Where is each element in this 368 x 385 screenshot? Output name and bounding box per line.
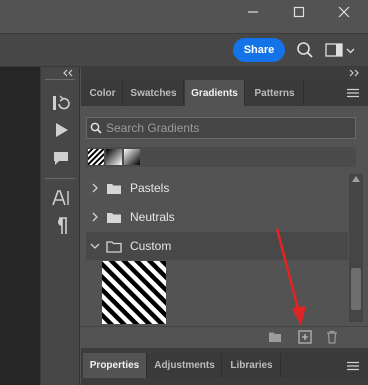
- folder-icon: [107, 212, 121, 223]
- character-tool[interactable]: [50, 187, 72, 209]
- close-button[interactable]: [327, 0, 361, 24]
- collapse-toolstrip-button[interactable]: [62, 69, 74, 77]
- triangle-up-icon: [352, 176, 360, 182]
- actions-tool[interactable]: [50, 119, 72, 141]
- paragraph-tool[interactable]: [50, 215, 72, 237]
- history-icon: [53, 95, 70, 110]
- collapse-panel-button[interactable]: [348, 69, 360, 77]
- tab-color[interactable]: Color: [83, 80, 123, 106]
- tab-swatches[interactable]: Swatches: [124, 80, 184, 106]
- scrollbar-thumb[interactable]: [351, 268, 361, 310]
- folder-row-pastels[interactable]: Pastels: [86, 174, 348, 202]
- folder-label: Pastels: [130, 181, 170, 195]
- search-icon: [297, 42, 313, 58]
- bottom-panel-menu-button[interactable]: [346, 361, 360, 371]
- workspace-button[interactable]: [325, 42, 357, 58]
- comments-tool[interactable]: [50, 147, 72, 169]
- workspace-icon: [325, 43, 355, 57]
- divider: [45, 79, 75, 80]
- double-chevron-right-icon: [349, 69, 359, 77]
- search-button[interactable]: [296, 41, 314, 59]
- tab-properties[interactable]: Properties: [83, 353, 147, 378]
- character-icon: [52, 190, 69, 206]
- hamburger-icon: [347, 88, 359, 98]
- hamburger-icon: [347, 361, 359, 371]
- maximize-icon: [293, 6, 305, 18]
- panel-footer: [81, 326, 368, 348]
- recent-gradients[interactable]: [88, 149, 142, 165]
- annotation-arrow: [275, 228, 306, 326]
- folder-open-icon: [106, 240, 122, 253]
- add-icon: [298, 330, 312, 344]
- recent-gradient-swatch: [88, 149, 104, 165]
- panel-menu-button[interactable]: [346, 88, 360, 98]
- minimize-button[interactable]: [236, 0, 270, 24]
- new-gradient-button[interactable]: [298, 330, 312, 344]
- chevron-right-icon: [92, 212, 98, 222]
- play-icon: [56, 123, 68, 137]
- minimize-icon: [248, 11, 258, 13]
- folder-icon: [107, 183, 121, 194]
- paragraph-icon: [58, 217, 67, 234]
- double-chevron-left-icon: [63, 69, 73, 77]
- tab-adjustments[interactable]: Adjustments: [148, 353, 222, 378]
- maximize-button[interactable]: [282, 0, 316, 24]
- folder-label: Neutrals: [130, 210, 175, 224]
- scroll-up-button[interactable]: [352, 176, 360, 182]
- folder-label: Custom: [130, 239, 172, 253]
- comment-icon: [54, 152, 68, 165]
- tab-gradients[interactable]: Gradients: [185, 80, 245, 106]
- close-icon: [338, 6, 350, 18]
- share-button[interactable]: Share: [233, 38, 285, 62]
- tab-patterns[interactable]: Patterns: [246, 80, 304, 106]
- divider: [45, 178, 75, 179]
- search-placeholder: Search Gradients: [106, 121, 200, 135]
- delete-button[interactable]: [326, 330, 338, 344]
- document-canvas[interactable]: [0, 67, 40, 385]
- trash-icon: [327, 330, 337, 344]
- history-tool[interactable]: [50, 92, 72, 114]
- folder-icon: [269, 332, 281, 342]
- recent-gradient-swatch: [124, 149, 140, 165]
- recent-gradient-swatch: [106, 149, 122, 165]
- new-group-button[interactable]: [268, 331, 282, 343]
- gradient-swatch[interactable]: [102, 261, 166, 324]
- tab-libraries[interactable]: Libraries: [223, 353, 281, 378]
- search-field-icon: [90, 122, 102, 134]
- chevron-down-icon: [90, 243, 100, 249]
- search-icon: [90, 122, 102, 134]
- chevron-right-icon: [92, 183, 98, 193]
